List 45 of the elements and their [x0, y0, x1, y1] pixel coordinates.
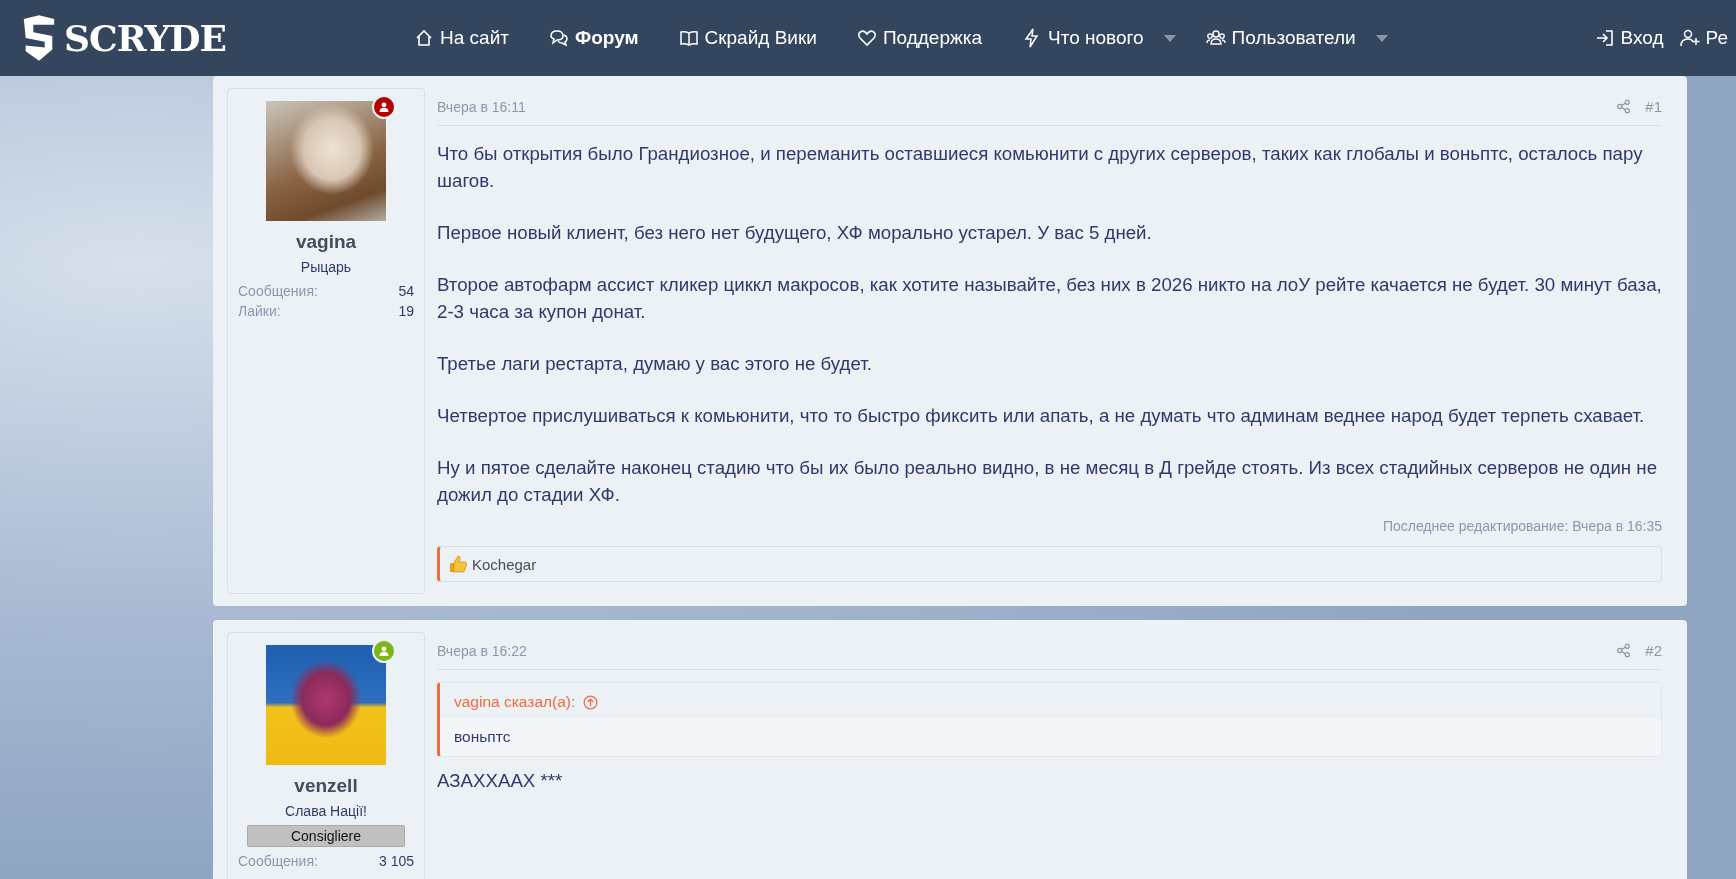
- post-paragraph: Что бы открытия было Грандиозное, и переманить оставшиеся комьюнити с других серверов, таких как глобалы и воньптс, осталось пару шагов.: [437, 142, 1644, 193]
- share-icon[interactable]: [1616, 643, 1632, 658]
- reaction-user-link[interactable]: Kochegar: [472, 555, 537, 573]
- avatar-image[interactable]: [266, 101, 386, 221]
- share-icon[interactable]: [1616, 99, 1632, 114]
- nav-tab[interactable]: Что нового: [1002, 0, 1164, 76]
- username-link[interactable]: venzell: [294, 775, 358, 797]
- book-icon: [678, 28, 699, 48]
- heart-icon: [856, 28, 877, 48]
- username-link[interactable]: vagina: [295, 231, 357, 253]
- nav-tab[interactable]: Форум: [528, 0, 659, 76]
- post-paragraph: Четвертое прислушиваться к комьюнити, что то быстро фиксить или апать, а не думать что админам веднее народ будет терпеть схавает.: [437, 404, 1646, 428]
- post-paragraph: Ну и пятое сделайте наконец стадию что бы их было реально видно, в не месяц в Д грейде стоять. Из всех стадийных серверов не один не дожил до стадии ХФ.: [437, 456, 1659, 507]
- thumbs-up-icon: [448, 554, 468, 574]
- arrow-up-circle-icon[interactable]: [583, 694, 599, 710]
- stat-label: Лайки:: [238, 302, 281, 321]
- site-logo[interactable]: SCRYDE: [20, 15, 394, 61]
- caret-icon[interactable]: [1375, 34, 1388, 42]
- nav-tab[interactable]: Поддержка: [836, 0, 1002, 76]
- login-icon: [1594, 28, 1615, 48]
- nav-tab[interactable]: Скрайд Вики: [658, 0, 837, 76]
- account-link[interactable]: Ре: [1671, 0, 1736, 76]
- quote-text: воньптс: [453, 727, 512, 747]
- stat-label: Сообщения:: [238, 282, 318, 301]
- home-icon: [414, 28, 434, 48]
- avatar-image[interactable]: [266, 645, 386, 765]
- speech-bubbles-icon: [548, 28, 569, 48]
- post-paragraph: Первое новый клиент, без него нет будущего, ХФ морально устарел. У вас 5 дней.: [437, 221, 1153, 245]
- user-banner: Consigliere: [247, 825, 405, 847]
- post-paragraph: Второе автофарм ассист кликер циккл макросов, как хотите называйте, без них в 2026 никто на лоУ рейте качается не будет. 30 минут база, 2-3 часа за купон донат.: [437, 273, 1662, 324]
- stat-value: 3 105: [378, 852, 414, 871]
- post-paragraph: АЗАХХААХ ***: [437, 769, 564, 793]
- user-title: Слава Нації!: [285, 803, 367, 819]
- account-link[interactable]: Вход: [1586, 0, 1672, 76]
- caret-icon[interactable]: [1163, 34, 1176, 42]
- edit-note: Последнее редактирование: Вчера в 16:35: [1381, 518, 1662, 534]
- stat-value: 19: [398, 302, 414, 321]
- user-plus-icon: [1679, 28, 1700, 48]
- stat-value: 54: [398, 282, 414, 301]
- nav-tab[interactable]: На сайт: [394, 0, 529, 76]
- post-paragraph: Третье лаги рестарта, думаю у вас этого не будет.: [437, 352, 873, 376]
- nav-tab[interactable]: Пользователи: [1185, 0, 1376, 76]
- user-title: Рыцарь: [300, 259, 352, 275]
- users-icon: [1205, 28, 1226, 48]
- stat-label: Сообщения:: [238, 852, 318, 871]
